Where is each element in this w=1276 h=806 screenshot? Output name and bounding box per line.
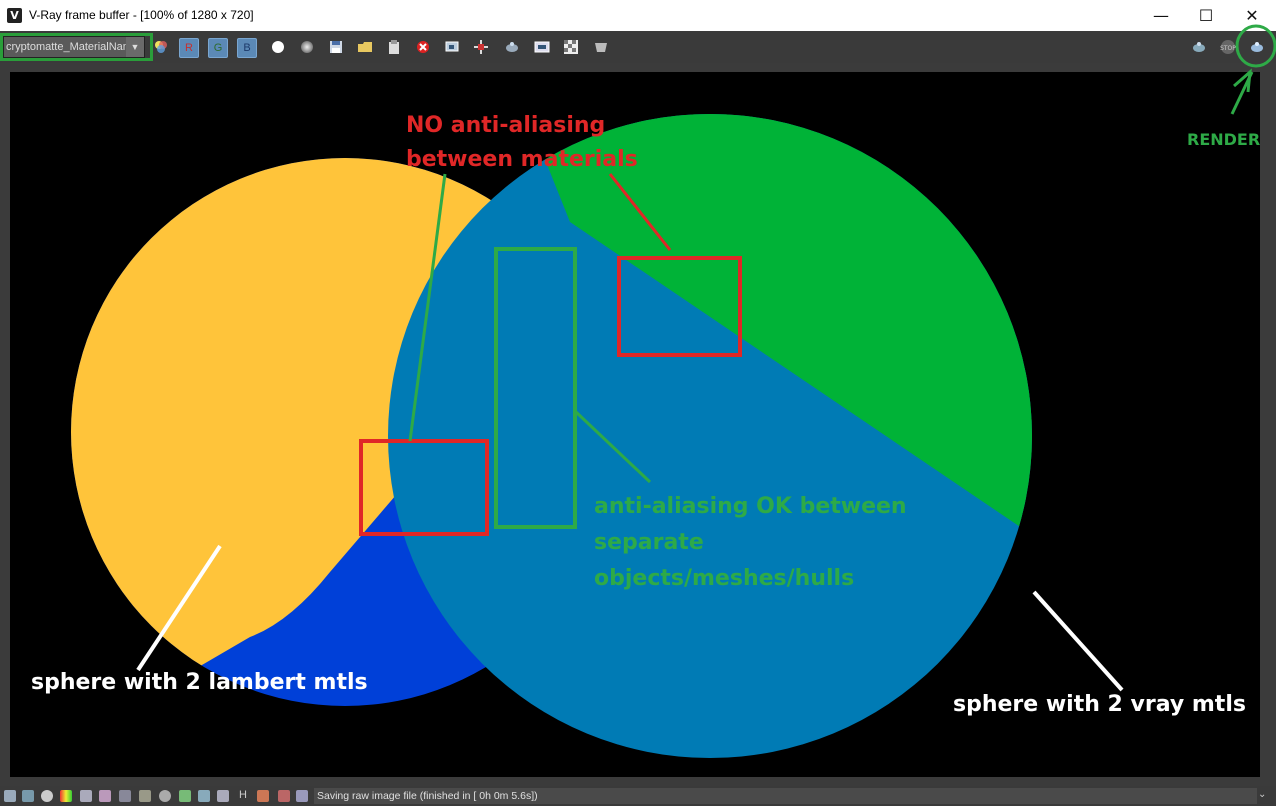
mono-icon[interactable] [298,38,316,56]
exposure-icon[interactable] [159,790,171,802]
checker-icon[interactable] [562,38,580,56]
stamp-icon[interactable] [22,790,34,802]
save-icon[interactable] [327,38,345,56]
minimize-button[interactable]: — [1138,0,1184,31]
alpha-channel-icon[interactable] [269,38,287,56]
render-last-icon[interactable] [503,38,521,56]
color-levels-icon[interactable] [60,790,72,802]
load-icon[interactable] [356,38,374,56]
curves-icon[interactable] [139,790,151,802]
lens-icon[interactable] [217,790,229,802]
histogram-icon[interactable] [119,790,131,802]
render-canvas: NO anti-aliasing between materials anti-… [10,72,1260,777]
horizontal-flip-button[interactable]: H [239,789,247,801]
copy-icon[interactable] [385,38,403,56]
title-bar: V V-Ray frame buffer - [100% of 1280 x 7… [0,0,1276,31]
pixel-aspect-icon[interactable] [296,790,308,802]
sidebar-toggle-icon[interactable] [4,790,16,802]
vfb-toolbar: cryptomatte_MaterialName ▼ R G B STOP [0,31,1276,63]
render-element-highlight-box [0,33,153,61]
red-channel-button[interactable]: R [179,38,199,58]
hsl-icon[interactable] [198,790,210,802]
left-sphere-label: sphere with 2 lambert mtls [31,670,368,695]
status-message: Saving raw image file (finished in [ 0h … [314,788,1257,804]
vfb-history-icon[interactable] [533,38,551,56]
aa-ok-label: anti-aliasing OK between separate object… [594,494,907,591]
chevron-down-icon[interactable]: ⌄ [1258,789,1266,800]
right-sphere-label: sphere with 2 vray mtls [953,692,1246,717]
render-callout [1230,24,1276,115]
render-label: RENDER [1187,130,1261,149]
lens-effects-icon[interactable] [592,38,610,56]
vertical-flip-icon[interactable] [257,790,269,802]
info-icon[interactable] [41,790,53,802]
status-bar: H Saving raw image file (finished in [ 0… [0,786,1276,806]
no-aa-label: NO anti-aliasing between materials [406,113,638,172]
compare-icon[interactable] [278,790,290,802]
clear-image-icon[interactable] [414,38,432,56]
vray-app-icon: V [7,8,22,23]
ocio-icon[interactable] [99,790,111,802]
region-render-icon[interactable] [443,38,461,56]
white-balance-icon[interactable] [179,790,191,802]
follow-mouse-icon[interactable] [472,38,490,56]
color-corrections-icon[interactable] [152,38,170,56]
right-sphere-pointer [1032,590,1124,692]
window-title: V-Ray frame buffer - [100% of 1280 x 720… [29,8,254,22]
blue-channel-button[interactable]: B [237,38,257,58]
green-channel-button[interactable]: G [208,38,228,58]
lut-icon[interactable] [80,790,92,802]
interactive-render-icon[interactable] [1190,38,1208,56]
